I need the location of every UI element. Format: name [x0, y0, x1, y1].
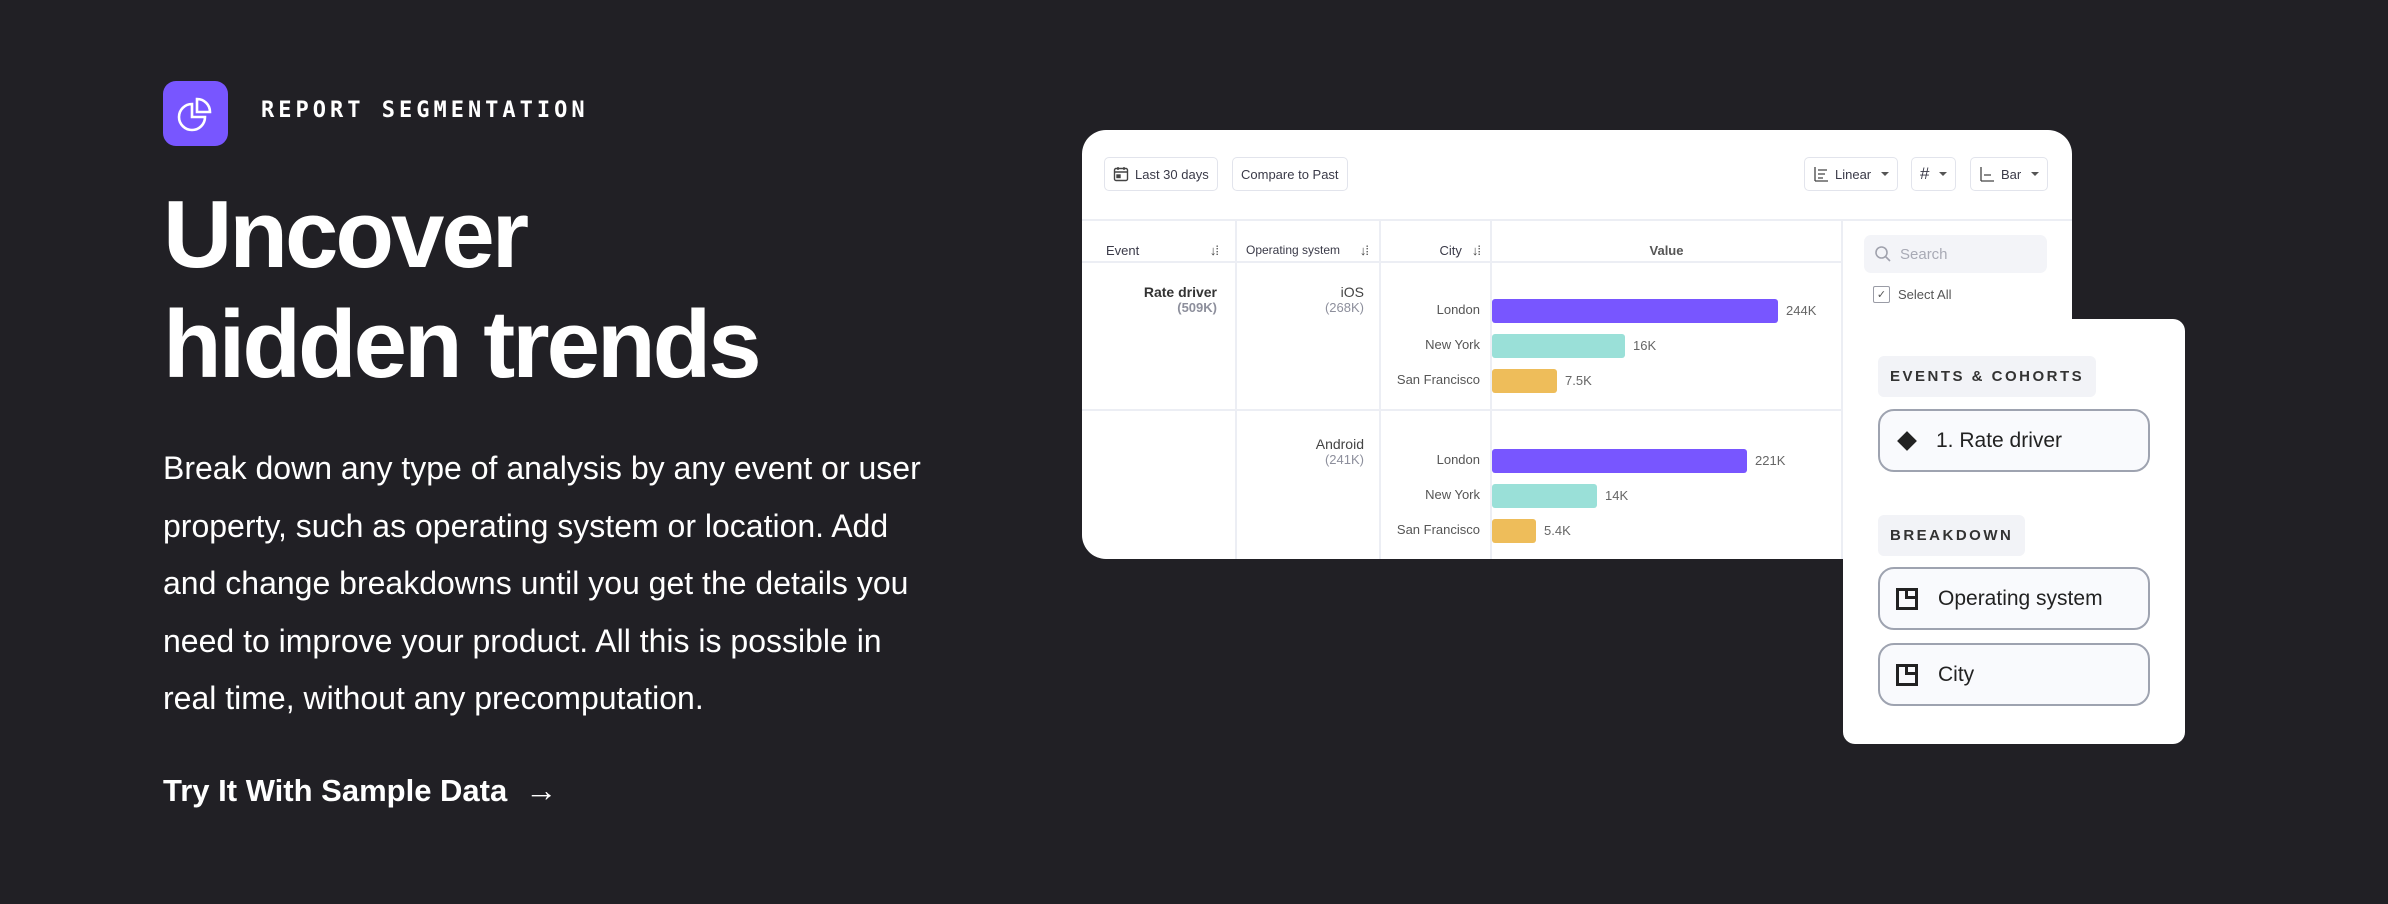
scale-label: Linear	[1835, 166, 1872, 182]
calendar-icon	[1113, 167, 1129, 182]
column-header-value[interactable]: Value	[1492, 228, 1841, 272]
eyebrow-label: REPORT SEGMENTATION	[261, 98, 589, 123]
value-label: 221K	[1755, 453, 1786, 468]
chart-type-label: Bar	[2001, 166, 2022, 182]
events-cohorts-label: EVENTS & COHORTS	[1878, 356, 2097, 397]
event-chip-label: 1. Rate driver	[1936, 428, 2063, 452]
value-bar[interactable]	[1492, 449, 1747, 473]
page-headline: Uncover hidden trends	[163, 180, 762, 400]
try-sample-data-link[interactable]: Try It With Sample Data →	[163, 772, 557, 809]
property-icon	[1896, 663, 1918, 686]
divider	[1379, 219, 1381, 559]
os-name: Android	[1315, 436, 1364, 452]
chevron-down-icon	[1939, 172, 1948, 176]
search-icon	[1875, 246, 1891, 262]
os-total: (268K)	[1324, 300, 1364, 315]
chevron-down-icon	[1881, 172, 1890, 176]
value-label: 244K	[1786, 303, 1817, 318]
divider	[1235, 219, 1237, 559]
event-cell: Rate driver (509K)	[1082, 284, 1217, 315]
column-header-event[interactable]: Event ↓⁞	[1106, 228, 1219, 272]
city-label: London	[1436, 452, 1480, 467]
date-range-label: Last 30 days	[1135, 166, 1209, 182]
city-label: San Francisco	[1396, 522, 1480, 537]
chart-type-dropdown[interactable]: Bar	[1970, 157, 2049, 191]
value-bar[interactable]	[1492, 299, 1778, 323]
breakdown-chip-operating-system[interactable]: Operating system	[1878, 567, 2150, 630]
column-label: Operating system	[1246, 243, 1341, 257]
select-all-label: Select All	[1898, 287, 1952, 302]
report-segmentation-icon	[163, 81, 228, 146]
os-cell: Android (241K)	[1242, 436, 1364, 467]
compare-to-past-button[interactable]: Compare to Past	[1232, 157, 1348, 191]
breakdown-chip-city[interactable]: City	[1878, 643, 2150, 706]
number-format-dropdown[interactable]: #	[1911, 157, 1957, 191]
breakdown-chip-label: City	[1938, 662, 1975, 686]
event-total: (509K)	[1177, 300, 1217, 315]
city-label: New York	[1425, 337, 1480, 352]
date-range-button[interactable]: Last 30 days	[1104, 157, 1218, 191]
sort-icon[interactable]: ↓⁞	[1210, 243, 1219, 258]
event-name: Rate driver	[1143, 284, 1217, 300]
column-label: Value	[1649, 242, 1684, 258]
query-builder-panel: EVENTS & COHORTS 1. Rate driver BREAKDOW…	[1843, 319, 2185, 744]
scale-dropdown[interactable]: Linear	[1804, 157, 1899, 191]
arrow-right-icon: →	[525, 772, 558, 808]
city-label: San Francisco	[1396, 372, 1480, 387]
event-diamond-icon	[1897, 430, 1917, 451]
search-placeholder: Search	[1900, 245, 1948, 263]
sort-icon[interactable]: ↓⁞	[1360, 243, 1369, 258]
column-header-os[interactable]: Operating system ↓⁞	[1246, 228, 1369, 272]
value-label: 5.4K	[1544, 523, 1571, 538]
divider	[1082, 219, 2072, 221]
breakdown-chip-label: Operating system	[1938, 586, 2103, 610]
os-name: iOS	[1340, 284, 1364, 300]
value-bar[interactable]	[1492, 519, 1536, 543]
city-label: London	[1436, 302, 1480, 317]
os-total: (241K)	[1324, 452, 1364, 467]
value-label: 14K	[1605, 488, 1629, 503]
chevron-down-icon	[2031, 172, 2040, 176]
headline-line-2: hidden trends	[163, 291, 762, 398]
line-scale-icon	[1814, 167, 1828, 182]
os-cell: iOS (268K)	[1242, 284, 1364, 315]
search-input[interactable]: Search	[1864, 235, 2047, 273]
pie-chart-icon	[177, 102, 206, 131]
column-label: City	[1439, 242, 1462, 258]
headline-line-1: Uncover	[163, 181, 529, 288]
value-label: 16K	[1633, 338, 1657, 353]
city-label: New York	[1425, 487, 1480, 502]
compare-label: Compare to Past	[1241, 166, 1339, 182]
cta-label: Try It With Sample Data	[163, 772, 508, 808]
column-header-city[interactable]: City ↓⁞	[1382, 228, 1481, 272]
column-label: Event	[1106, 242, 1140, 258]
value-bar[interactable]	[1492, 484, 1597, 508]
hash-icon: #	[1920, 164, 1930, 183]
value-bar[interactable]	[1492, 334, 1625, 358]
event-chip-rate-driver[interactable]: 1. Rate driver	[1878, 409, 2150, 472]
divider	[1082, 409, 1841, 411]
property-icon	[1896, 587, 1918, 610]
checkbox-checked-icon[interactable]: ✓	[1873, 286, 1890, 303]
value-bar[interactable]	[1492, 369, 1557, 393]
description-text: Break down any type of analysis by any e…	[163, 450, 921, 716]
sort-icon[interactable]: ↓⁞	[1472, 243, 1481, 258]
bar-chart-icon	[1980, 167, 1994, 182]
select-all-checkbox[interactable]: ✓ Select All	[1873, 286, 1951, 303]
value-label: 7.5K	[1565, 373, 1592, 388]
breakdown-label: BREAKDOWN	[1878, 515, 2026, 556]
